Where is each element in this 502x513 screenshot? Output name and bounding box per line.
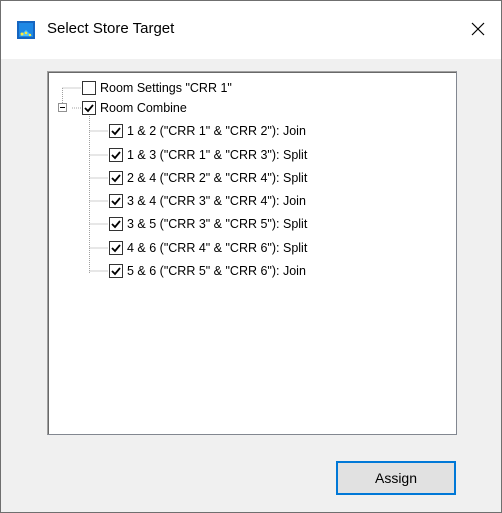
tree-item-label: Room Combine bbox=[100, 101, 187, 115]
dialog-window: Select Store Target Room Settings "CRR 1… bbox=[0, 0, 502, 513]
dialog-client: Room Settings "CRR 1" Room Combine 1 & 2… bbox=[1, 59, 501, 512]
checkbox[interactable] bbox=[109, 217, 123, 231]
tree-item-label: 2 & 4 ("CRR 2" & "CRR 4"): Split bbox=[127, 171, 308, 185]
checkbox[interactable] bbox=[109, 124, 123, 138]
checkmark-icon bbox=[111, 197, 121, 206]
tree-item-combine-1-3[interactable]: 1 & 3 ("CRR 1" & "CRR 3"): Split bbox=[109, 146, 307, 164]
app-icon bbox=[17, 21, 35, 39]
window-title: Select Store Target bbox=[47, 20, 175, 37]
checkbox[interactable] bbox=[82, 81, 96, 95]
checkmark-icon bbox=[111, 174, 121, 183]
checkbox[interactable] bbox=[109, 194, 123, 208]
tree-item-label: 1 & 3 ("CRR 1" & "CRR 3"): Split bbox=[127, 148, 308, 162]
tree-item-combine-2-4[interactable]: 2 & 4 ("CRR 2" & "CRR 4"): Split bbox=[109, 169, 307, 187]
tree-item-label: 5 & 6 ("CRR 5" & "CRR 6"): Join bbox=[127, 264, 306, 278]
tree-item-label: Room Settings "CRR 1" bbox=[100, 81, 232, 95]
tree-item-label: 3 & 5 ("CRR 3" & "CRR 5"): Split bbox=[127, 217, 308, 231]
tree-item-label: 1 & 2 ("CRR 1" & "CRR 2"): Join bbox=[127, 124, 306, 138]
assign-button[interactable]: Assign bbox=[336, 461, 456, 495]
tree-item-label: 4 & 6 ("CRR 4" & "CRR 6"): Split bbox=[127, 241, 308, 255]
close-button[interactable] bbox=[456, 9, 500, 49]
tree-item-room-combine[interactable]: Room Combine bbox=[82, 99, 187, 117]
checkmark-icon bbox=[111, 220, 121, 229]
tree-item-combine-4-6[interactable]: 4 & 6 ("CRR 4" & "CRR 6"): Split bbox=[109, 239, 307, 257]
checkbox[interactable] bbox=[109, 264, 123, 278]
checkmark-icon bbox=[111, 127, 121, 136]
tree-item-combine-1-2[interactable]: 1 & 2 ("CRR 1" & "CRR 2"): Join bbox=[109, 122, 306, 140]
store-target-tree[interactable]: Room Settings "CRR 1" Room Combine 1 & 2… bbox=[47, 71, 457, 435]
tree-item-combine-3-4[interactable]: 3 & 4 ("CRR 3" & "CRR 4"): Join bbox=[109, 192, 306, 210]
checkbox[interactable] bbox=[109, 148, 123, 162]
close-icon bbox=[471, 22, 485, 36]
checkmark-icon bbox=[111, 267, 121, 276]
tree-item-room-settings[interactable]: Room Settings "CRR 1" bbox=[82, 79, 232, 97]
title-bar: Select Store Target bbox=[1, 1, 501, 59]
checkbox[interactable] bbox=[109, 241, 123, 255]
tree-item-label: 3 & 4 ("CRR 3" & "CRR 4"): Join bbox=[127, 194, 306, 208]
checkmark-icon bbox=[84, 104, 94, 113]
checkmark-icon bbox=[111, 244, 121, 253]
checkmark-icon bbox=[111, 151, 121, 160]
checkbox[interactable] bbox=[82, 101, 96, 115]
checkbox[interactable] bbox=[109, 171, 123, 185]
tree-item-combine-3-5[interactable]: 3 & 5 ("CRR 3" & "CRR 5"): Split bbox=[109, 215, 307, 233]
room-combine-collapse-toggle[interactable] bbox=[58, 103, 67, 112]
tree-item-combine-5-6[interactable]: 5 & 6 ("CRR 5" & "CRR 6"): Join bbox=[109, 262, 306, 280]
